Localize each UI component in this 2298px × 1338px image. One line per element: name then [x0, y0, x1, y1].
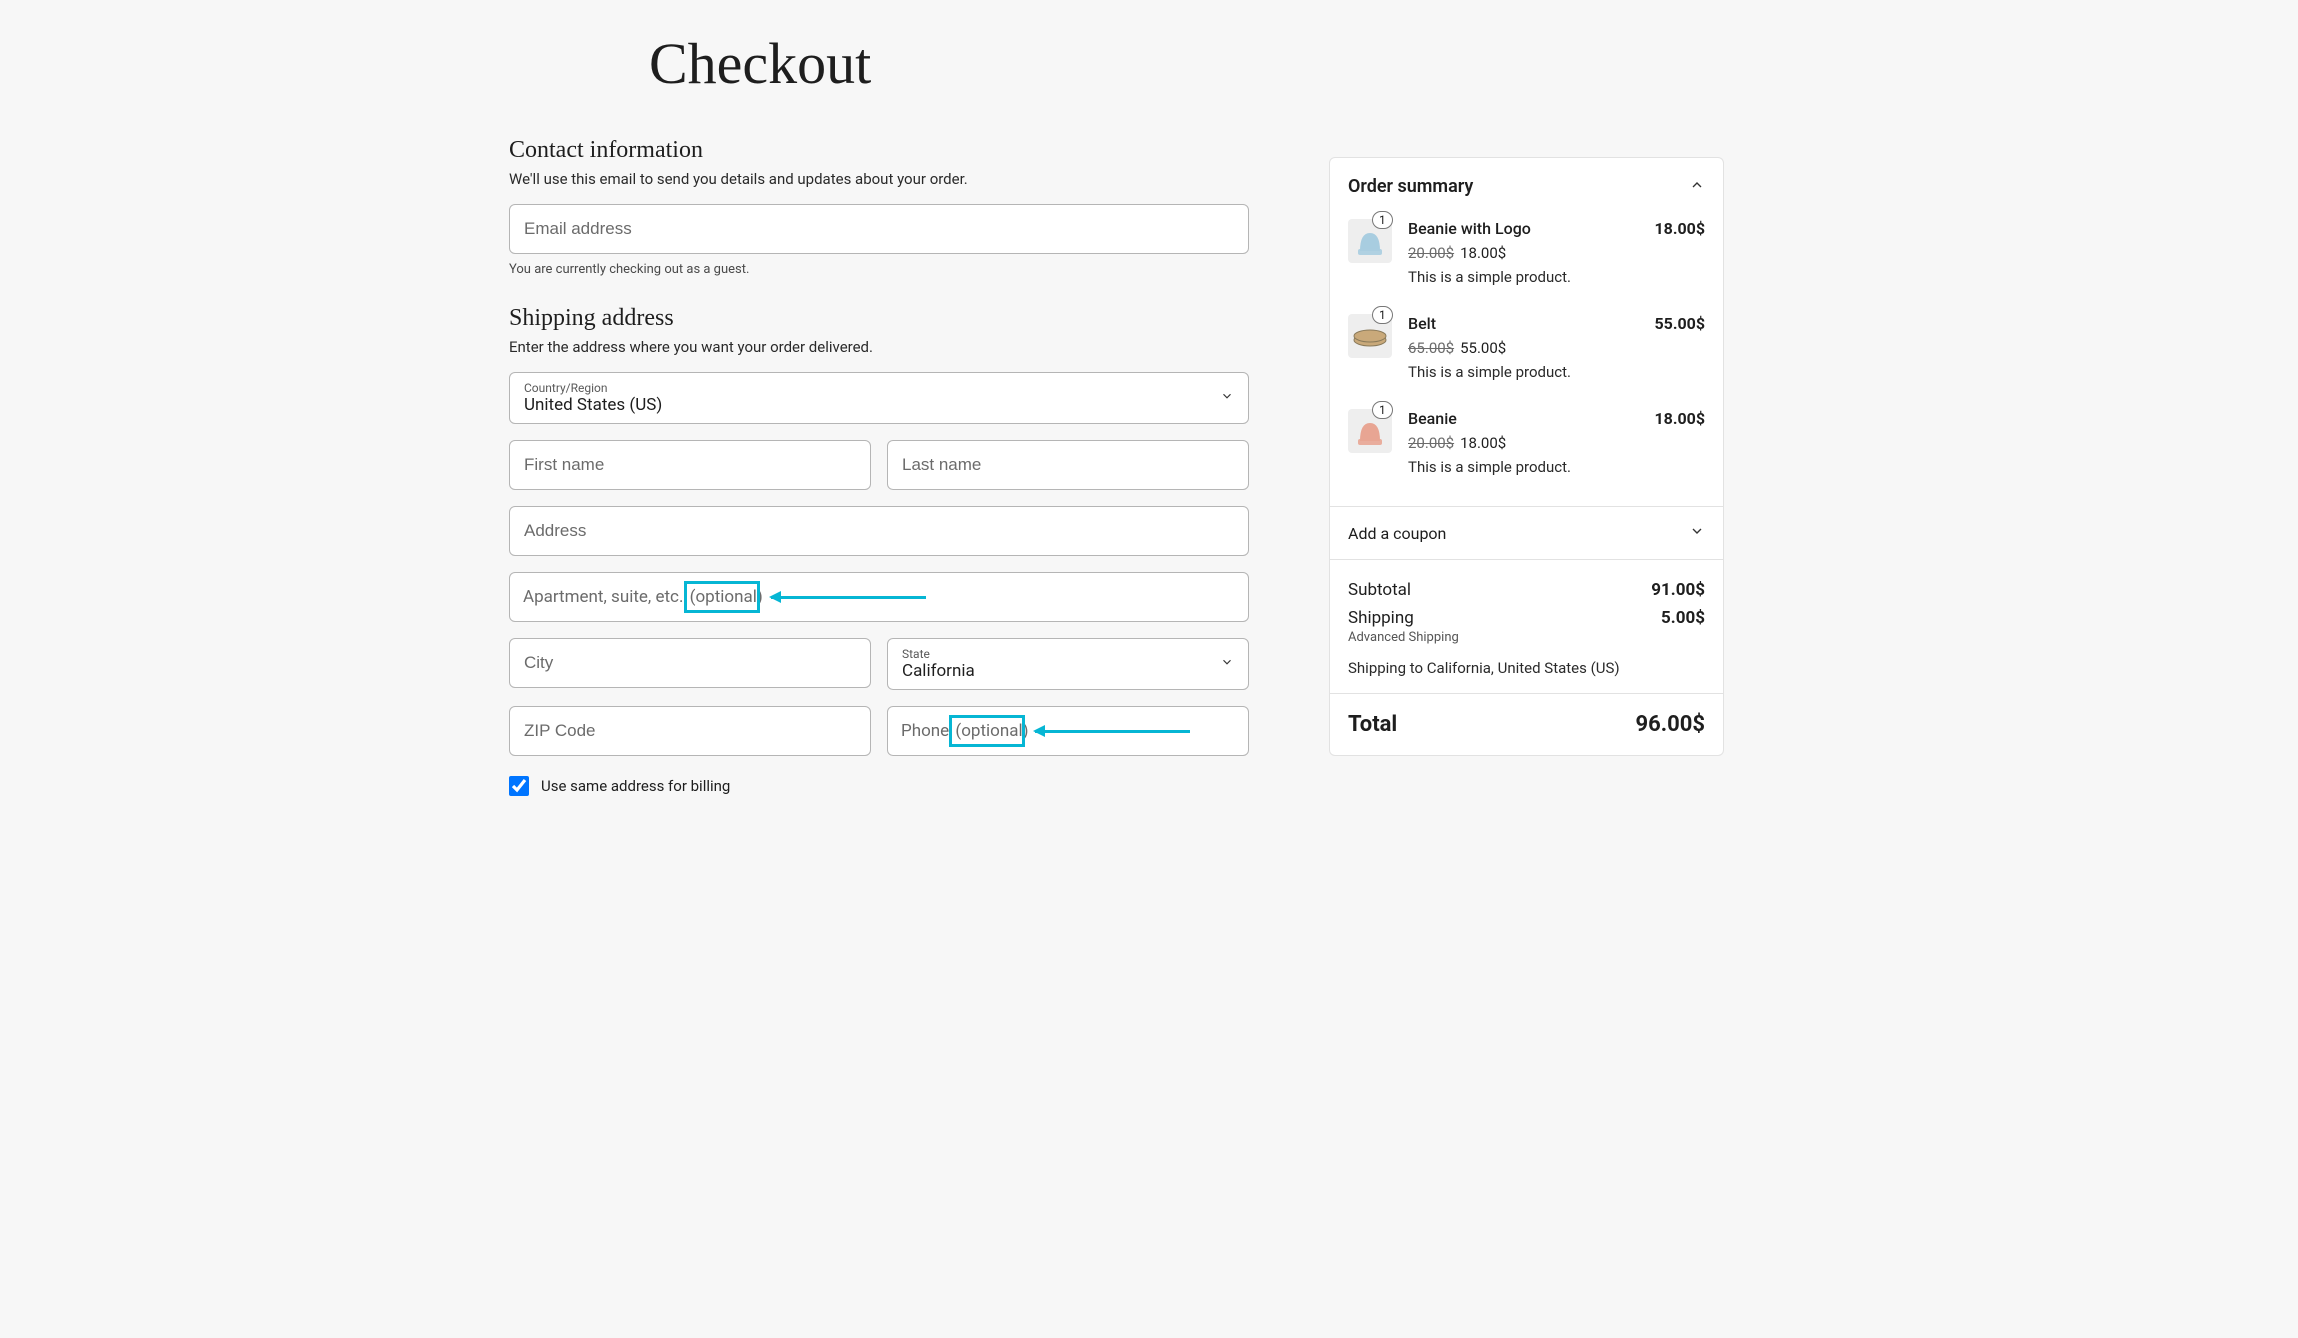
item-desc: This is a simple product.	[1408, 458, 1705, 476]
item-desc: This is a simple product.	[1408, 363, 1705, 381]
cart-item: 1 Beanie with Logo 18.00$ 20.00$18.00$ This …	[1348, 209, 1705, 304]
shipping-value: 5.00$	[1661, 608, 1705, 628]
coupon-label: Add a coupon	[1348, 524, 1446, 543]
shipping-heading: Shipping address	[509, 305, 1249, 332]
subtotal-label: Subtotal	[1348, 580, 1411, 600]
shipping-method: Advanced Shipping	[1348, 630, 1705, 645]
item-qty-badge: 1	[1372, 306, 1393, 324]
summary-heading: Order summary	[1348, 176, 1473, 197]
item-desc: This is a simple product.	[1408, 268, 1705, 286]
item-line-price: 18.00$	[1654, 219, 1705, 238]
chevron-down-icon	[1220, 388, 1234, 408]
country-value: United States (US)	[524, 395, 662, 415]
item-thumbnail: 1	[1348, 219, 1392, 263]
same-billing-checkbox[interactable]	[509, 776, 529, 796]
cart-item: 1 Belt 55.00$ 65.00$55.00$ This is a simple …	[1348, 304, 1705, 399]
coupon-toggle[interactable]: Add a coupon	[1330, 506, 1723, 560]
chevron-down-icon	[1689, 523, 1705, 543]
item-prices: 20.00$18.00$	[1408, 434, 1705, 452]
first-name-field[interactable]	[509, 440, 871, 490]
cart-item: 1 Beanie 18.00$ 20.00$18.00$ This is a simpl…	[1348, 399, 1705, 494]
contact-heading: Contact information	[509, 137, 1249, 164]
chevron-down-icon	[1220, 654, 1234, 674]
chevron-up-icon	[1689, 177, 1705, 197]
item-prices: 20.00$18.00$	[1408, 244, 1705, 262]
item-prices: 65.00$55.00$	[1408, 339, 1705, 357]
zip-field[interactable]	[509, 706, 871, 756]
same-billing-label[interactable]: Use same address for billing	[541, 777, 730, 795]
apt-field[interactable]	[509, 572, 1249, 622]
last-name-field[interactable]	[887, 440, 1249, 490]
item-name: Belt	[1408, 314, 1436, 333]
city-field[interactable]	[509, 638, 871, 688]
item-qty-badge: 1	[1372, 211, 1393, 229]
total-value: 96.00$	[1636, 712, 1706, 737]
order-summary: Order summary 1 Beanie with Logo 18.00$ 20.…	[1329, 157, 1724, 756]
country-select[interactable]: Country/Region United States (US)	[509, 372, 1249, 424]
shipping-to: Shipping to California, United States (U…	[1348, 659, 1705, 677]
shipping-label: Shipping	[1348, 608, 1414, 628]
item-line-price: 18.00$	[1654, 409, 1705, 428]
state-select[interactable]: State California	[887, 638, 1249, 690]
shipping-sub: Enter the address where you want your or…	[509, 338, 1249, 356]
subtotal-value: 91.00$	[1651, 580, 1705, 600]
item-thumbnail: 1	[1348, 409, 1392, 453]
item-qty-badge: 1	[1372, 401, 1393, 419]
item-name: Beanie with Logo	[1408, 219, 1531, 238]
contact-sub: We'll use this email to send you details…	[509, 170, 1249, 188]
phone-field[interactable]	[887, 706, 1249, 756]
state-label: State	[902, 647, 1234, 661]
checkout-form: Contact information We'll use this email…	[509, 137, 1249, 796]
country-label: Country/Region	[524, 381, 1234, 395]
email-field[interactable]	[509, 204, 1249, 254]
guest-note: You are currently checking out as a gues…	[509, 262, 1249, 277]
item-name: Beanie	[1408, 409, 1457, 428]
item-line-price: 55.00$	[1654, 314, 1705, 333]
total-label: Total	[1348, 712, 1397, 737]
address-field[interactable]	[509, 506, 1249, 556]
page-title: Checkout	[649, 30, 1789, 97]
summary-header[interactable]: Order summary	[1330, 158, 1723, 209]
item-thumbnail: 1	[1348, 314, 1392, 358]
state-value: California	[902, 661, 975, 681]
